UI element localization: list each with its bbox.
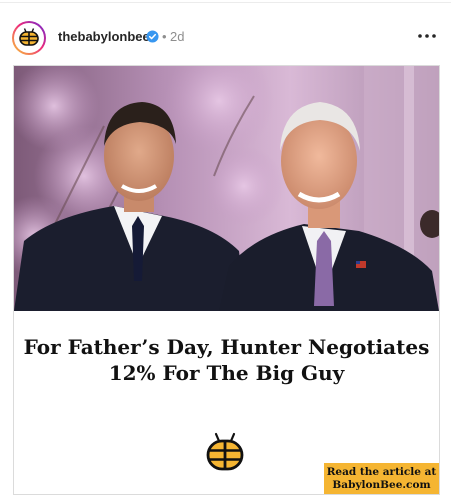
article-card[interactable]: For Father’s Day, Hunter Negotiates 12% … bbox=[13, 65, 440, 495]
cta-line-1: Read the article at bbox=[326, 466, 437, 478]
timestamp[interactable]: 2d bbox=[170, 29, 184, 45]
top-divider bbox=[0, 2, 451, 3]
avatar-inner bbox=[14, 23, 44, 53]
article-photo bbox=[14, 66, 439, 311]
photo-illustration bbox=[14, 66, 439, 311]
separator-dot: • bbox=[162, 29, 167, 44]
read-article-button[interactable]: Read the article at BabylonBee.com bbox=[324, 463, 439, 494]
headline-line-2: 12% For The Big Guy bbox=[108, 361, 345, 385]
username[interactable]: thebabylonbee bbox=[58, 29, 150, 45]
instagram-post: thebabylonbee • 2d For Father’s Day, Hun… bbox=[0, 0, 451, 500]
headline-line-1: For Father’s Day, Hunter Negotiates bbox=[23, 335, 430, 359]
babylon-bee-avatar-icon bbox=[19, 28, 39, 46]
verified-badge-icon bbox=[146, 30, 159, 43]
post-header: thebabylonbee • 2d bbox=[0, 14, 451, 62]
article-headline[interactable]: For Father’s Day, Hunter Negotiates 12% … bbox=[14, 334, 439, 386]
cta-line-2: BabylonBee.com bbox=[332, 479, 431, 491]
more-horizontal-icon[interactable] bbox=[416, 32, 438, 40]
babylon-bee-logo-icon bbox=[206, 432, 244, 471]
avatar[interactable] bbox=[12, 21, 46, 55]
